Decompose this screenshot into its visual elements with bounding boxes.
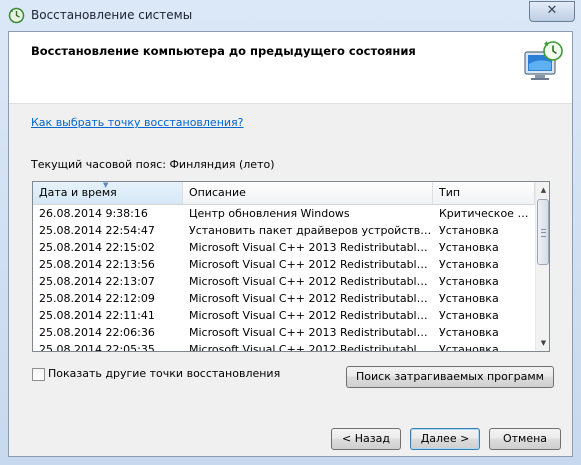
- cell-description: Microsoft Visual C++ 2012 Redistributabl…: [189, 343, 433, 352]
- table-row[interactable]: 25.08.2014 22:13:56 Microsoft Visual C++…: [33, 256, 535, 273]
- table-row[interactable]: 26.08.2014 9:38:16 Центр обновления Wind…: [33, 205, 535, 222]
- cell-description: Microsoft Visual C++ 2012 Redistributabl…: [189, 258, 433, 271]
- cell-description: Microsoft Visual C++ 2012 Redistributabl…: [189, 292, 433, 305]
- cell-description: Установить пакет драйверов устройств: Су…: [189, 224, 433, 237]
- column-header-type[interactable]: Тип: [433, 182, 535, 204]
- table-row[interactable]: 25.08.2014 22:06:36 Microsoft Visual C++…: [33, 324, 535, 341]
- cell-type: Установка: [439, 326, 499, 339]
- table-row[interactable]: 25.08.2014 22:15:02 Microsoft Visual C++…: [33, 239, 535, 256]
- cell-type: Установка: [439, 275, 499, 288]
- cell-date: 26.08.2014 9:38:16: [39, 207, 148, 220]
- scrollbar-grip-icon: [541, 229, 546, 237]
- window: Восстановление системы ✕ Восстановление …: [0, 0, 581, 465]
- cell-description: Microsoft Visual C++ 2013 Redistributabl…: [189, 326, 433, 339]
- cell-date: 25.08.2014 22:13:56: [39, 258, 155, 271]
- window-title: Восстановление системы: [31, 8, 193, 22]
- cell-date: 25.08.2014 22:11:41: [39, 309, 155, 322]
- scroll-down-arrow-icon[interactable]: ▼: [536, 335, 549, 351]
- dialog-client-area: Восстановление компьютера до предыдущего…: [8, 31, 573, 457]
- scan-affected-programs-button[interactable]: Поиск затрагиваемых программ: [346, 366, 554, 388]
- cell-date: 25.08.2014 22:54:47: [39, 224, 155, 237]
- sort-ascending-icon: ▼: [103, 181, 109, 189]
- cell-date: 25.08.2014 22:12:09: [39, 292, 155, 305]
- checkbox-box[interactable]: [32, 368, 45, 381]
- cell-type: Установка: [439, 224, 499, 237]
- scroll-up-arrow-icon[interactable]: ▲: [536, 182, 549, 198]
- cell-type: Установка: [439, 309, 499, 322]
- cell-type: Установка: [439, 258, 499, 271]
- cell-type: Установка: [439, 343, 499, 352]
- title-bar[interactable]: Восстановление системы ✕: [0, 0, 581, 31]
- cell-date: 25.08.2014 22:15:02: [39, 241, 155, 254]
- how-to-choose-restore-point-link[interactable]: Как выбрать точку восстановления?: [31, 116, 244, 129]
- close-button[interactable]: ✕: [529, 1, 575, 22]
- cell-description: Центр обновления Windows: [189, 207, 350, 220]
- table-row[interactable]: 25.08.2014 22:11:41 Microsoft Visual C++…: [33, 307, 535, 324]
- column-header-date[interactable]: ▼ Дата и время: [33, 182, 183, 204]
- cell-description: Microsoft Visual C++ 2013 Redistributabl…: [189, 241, 433, 254]
- back-button[interactable]: < Назад: [331, 428, 401, 450]
- cell-type: Установка: [439, 292, 499, 305]
- table-row[interactable]: 25.08.2014 22:05:35 Microsoft Visual C++…: [33, 341, 535, 352]
- cell-description: Microsoft Visual C++ 2012 Redistributabl…: [189, 309, 433, 322]
- table-header: ▼ Дата и время Описание Тип: [33, 182, 535, 205]
- cell-type: Критическое о...: [439, 207, 534, 220]
- restore-points-table[interactable]: ▼ Дата и время Описание Тип 26.08.2014 9…: [32, 181, 550, 352]
- table-row[interactable]: 25.08.2014 22:12:09 Microsoft Visual C++…: [33, 290, 535, 307]
- column-header-description[interactable]: Описание: [183, 182, 433, 204]
- next-button[interactable]: Далее >: [410, 428, 480, 450]
- header-panel: Восстановление компьютера до предыдущего…: [9, 32, 572, 104]
- timezone-label: Текущий часовой пояс: Финляндия (лето): [31, 158, 275, 171]
- cancel-button[interactable]: Отмена: [489, 428, 561, 450]
- scrollbar-thumb[interactable]: [537, 199, 549, 265]
- close-icon: ✕: [546, 3, 558, 18]
- system-restore-icon: [524, 41, 563, 80]
- vertical-scrollbar[interactable]: ▲ ▼: [535, 182, 549, 351]
- checkbox-label[interactable]: Показать другие точки восстановления: [48, 367, 280, 380]
- page-heading: Восстановление компьютера до предыдущего…: [31, 44, 416, 58]
- cell-type: Установка: [439, 241, 499, 254]
- cell-date: 25.08.2014 22:06:36: [39, 326, 155, 339]
- cell-date: 25.08.2014 22:13:07: [39, 275, 155, 288]
- table-row[interactable]: 25.08.2014 22:54:47 Установить пакет дра…: [33, 222, 535, 239]
- cell-description: Microsoft Visual C++ 2012 Redistributabl…: [189, 275, 433, 288]
- system-restore-title-icon: [8, 7, 25, 24]
- cell-date: 25.08.2014 22:05:35: [39, 343, 155, 352]
- table-row[interactable]: 25.08.2014 22:13:07 Microsoft Visual C++…: [33, 273, 535, 290]
